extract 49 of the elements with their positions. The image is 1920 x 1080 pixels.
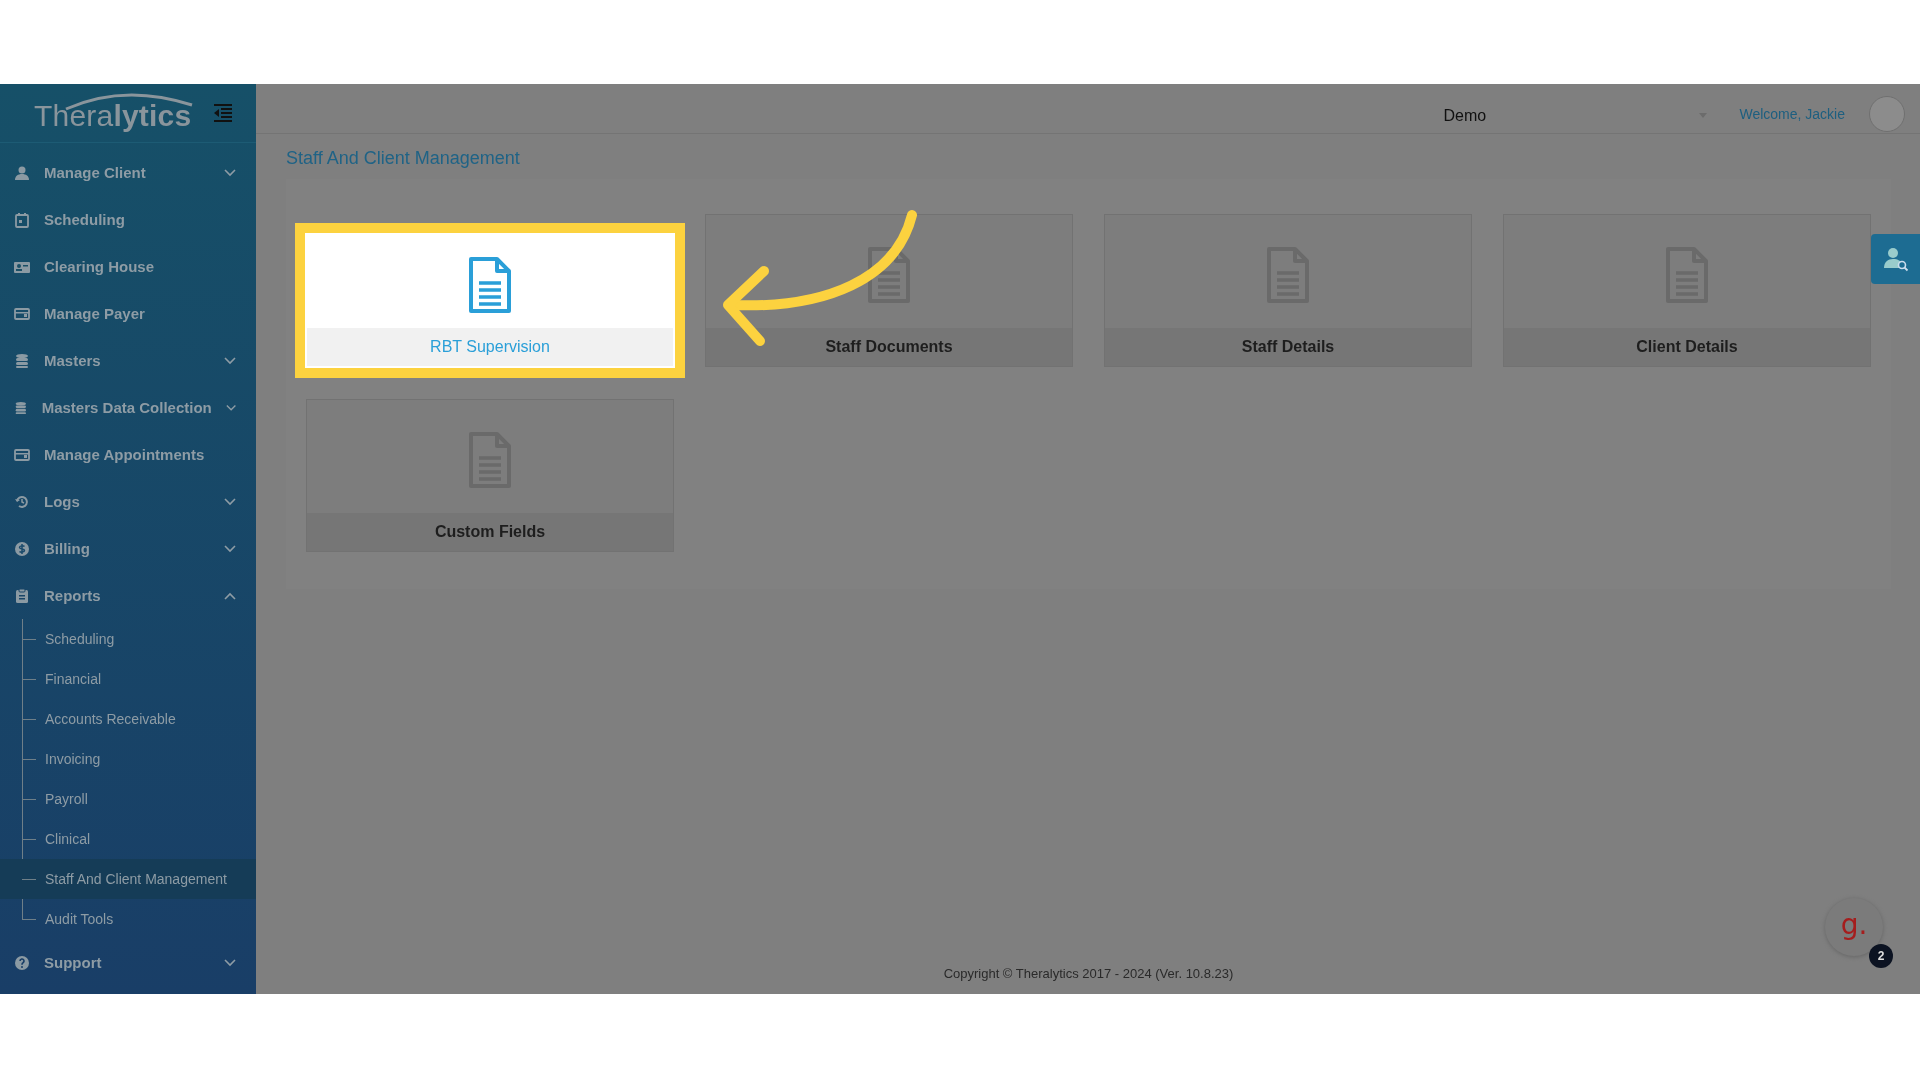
submenu-item[interactable]: Financial xyxy=(0,659,256,699)
submenu-item[interactable]: Scheduling xyxy=(0,619,256,659)
submenu-item[interactable]: Audit Tools xyxy=(0,899,256,939)
submenu-item[interactable]: Payroll xyxy=(0,779,256,819)
submenu-item[interactable]: Invoicing xyxy=(0,739,256,779)
sidebar-item[interactable]: Support xyxy=(0,939,256,986)
document-icon xyxy=(867,246,911,303)
report-card[interactable]: Client Details xyxy=(1503,214,1871,367)
menu-item-icon xyxy=(14,211,30,228)
menu-item-icon xyxy=(14,954,30,971)
card-label: RBT Supervision xyxy=(307,328,673,366)
document-icon xyxy=(468,256,512,313)
sidebar-item[interactable]: Reports xyxy=(0,572,256,619)
page-title: Staff And Client Management xyxy=(285,147,521,170)
menu-item-icon xyxy=(14,446,30,463)
company-dropdown[interactable]: Demo xyxy=(1435,98,1716,129)
submenu-item[interactable]: Staff And Client Management xyxy=(0,859,256,899)
menu-item-icon xyxy=(14,305,30,322)
sidebar-item[interactable]: Masters Data Collection xyxy=(0,384,256,431)
report-card[interactable]: Custom Fields xyxy=(306,399,674,552)
user-search-button[interactable] xyxy=(1871,234,1920,284)
sidebar-item[interactable]: Billing xyxy=(0,525,256,572)
card-label: Custom Fields xyxy=(307,513,673,551)
notification-badge: 2 xyxy=(1869,944,1893,968)
avatar[interactable] xyxy=(1869,95,1905,132)
submenu-item[interactable]: Clinical xyxy=(0,819,256,859)
card-label: Staff Documents xyxy=(706,328,1072,366)
sidebar-item[interactable]: Clearing House xyxy=(0,243,256,290)
menu-item-icon xyxy=(14,352,30,369)
user-search-icon xyxy=(1883,246,1909,272)
menu-item-icon xyxy=(14,399,28,416)
sidebar-item[interactable]: Scheduling xyxy=(0,196,256,243)
card-label: Client Details xyxy=(1504,328,1870,366)
report-card[interactable]: Staff Documents xyxy=(705,214,1073,367)
sidebar-item[interactable]: Manage Appointments xyxy=(0,431,256,478)
sidebar-item[interactable]: Manage Client xyxy=(0,149,256,196)
copyright-text: Copyright © Theralytics 2017 - 2024 (Ver. 10.8.23) xyxy=(943,966,1234,981)
menu-item-icon xyxy=(14,540,30,557)
menu-collapse-icon[interactable] xyxy=(214,104,232,122)
menu-item-icon xyxy=(14,493,30,510)
card-label: Staff Details xyxy=(1105,328,1471,366)
sidebar-item[interactable]: Logs xyxy=(0,478,256,525)
menu-item-icon xyxy=(14,587,30,604)
submenu-item[interactable]: Accounts Receivable xyxy=(0,699,256,739)
sidebar-item[interactable]: Masters xyxy=(0,337,256,384)
menu-item-icon xyxy=(14,164,30,181)
sidebar-item[interactable]: Manage Payer xyxy=(0,290,256,337)
report-card[interactable]: Staff Details xyxy=(1104,214,1472,367)
app-logo: Theralytics xyxy=(34,93,192,133)
